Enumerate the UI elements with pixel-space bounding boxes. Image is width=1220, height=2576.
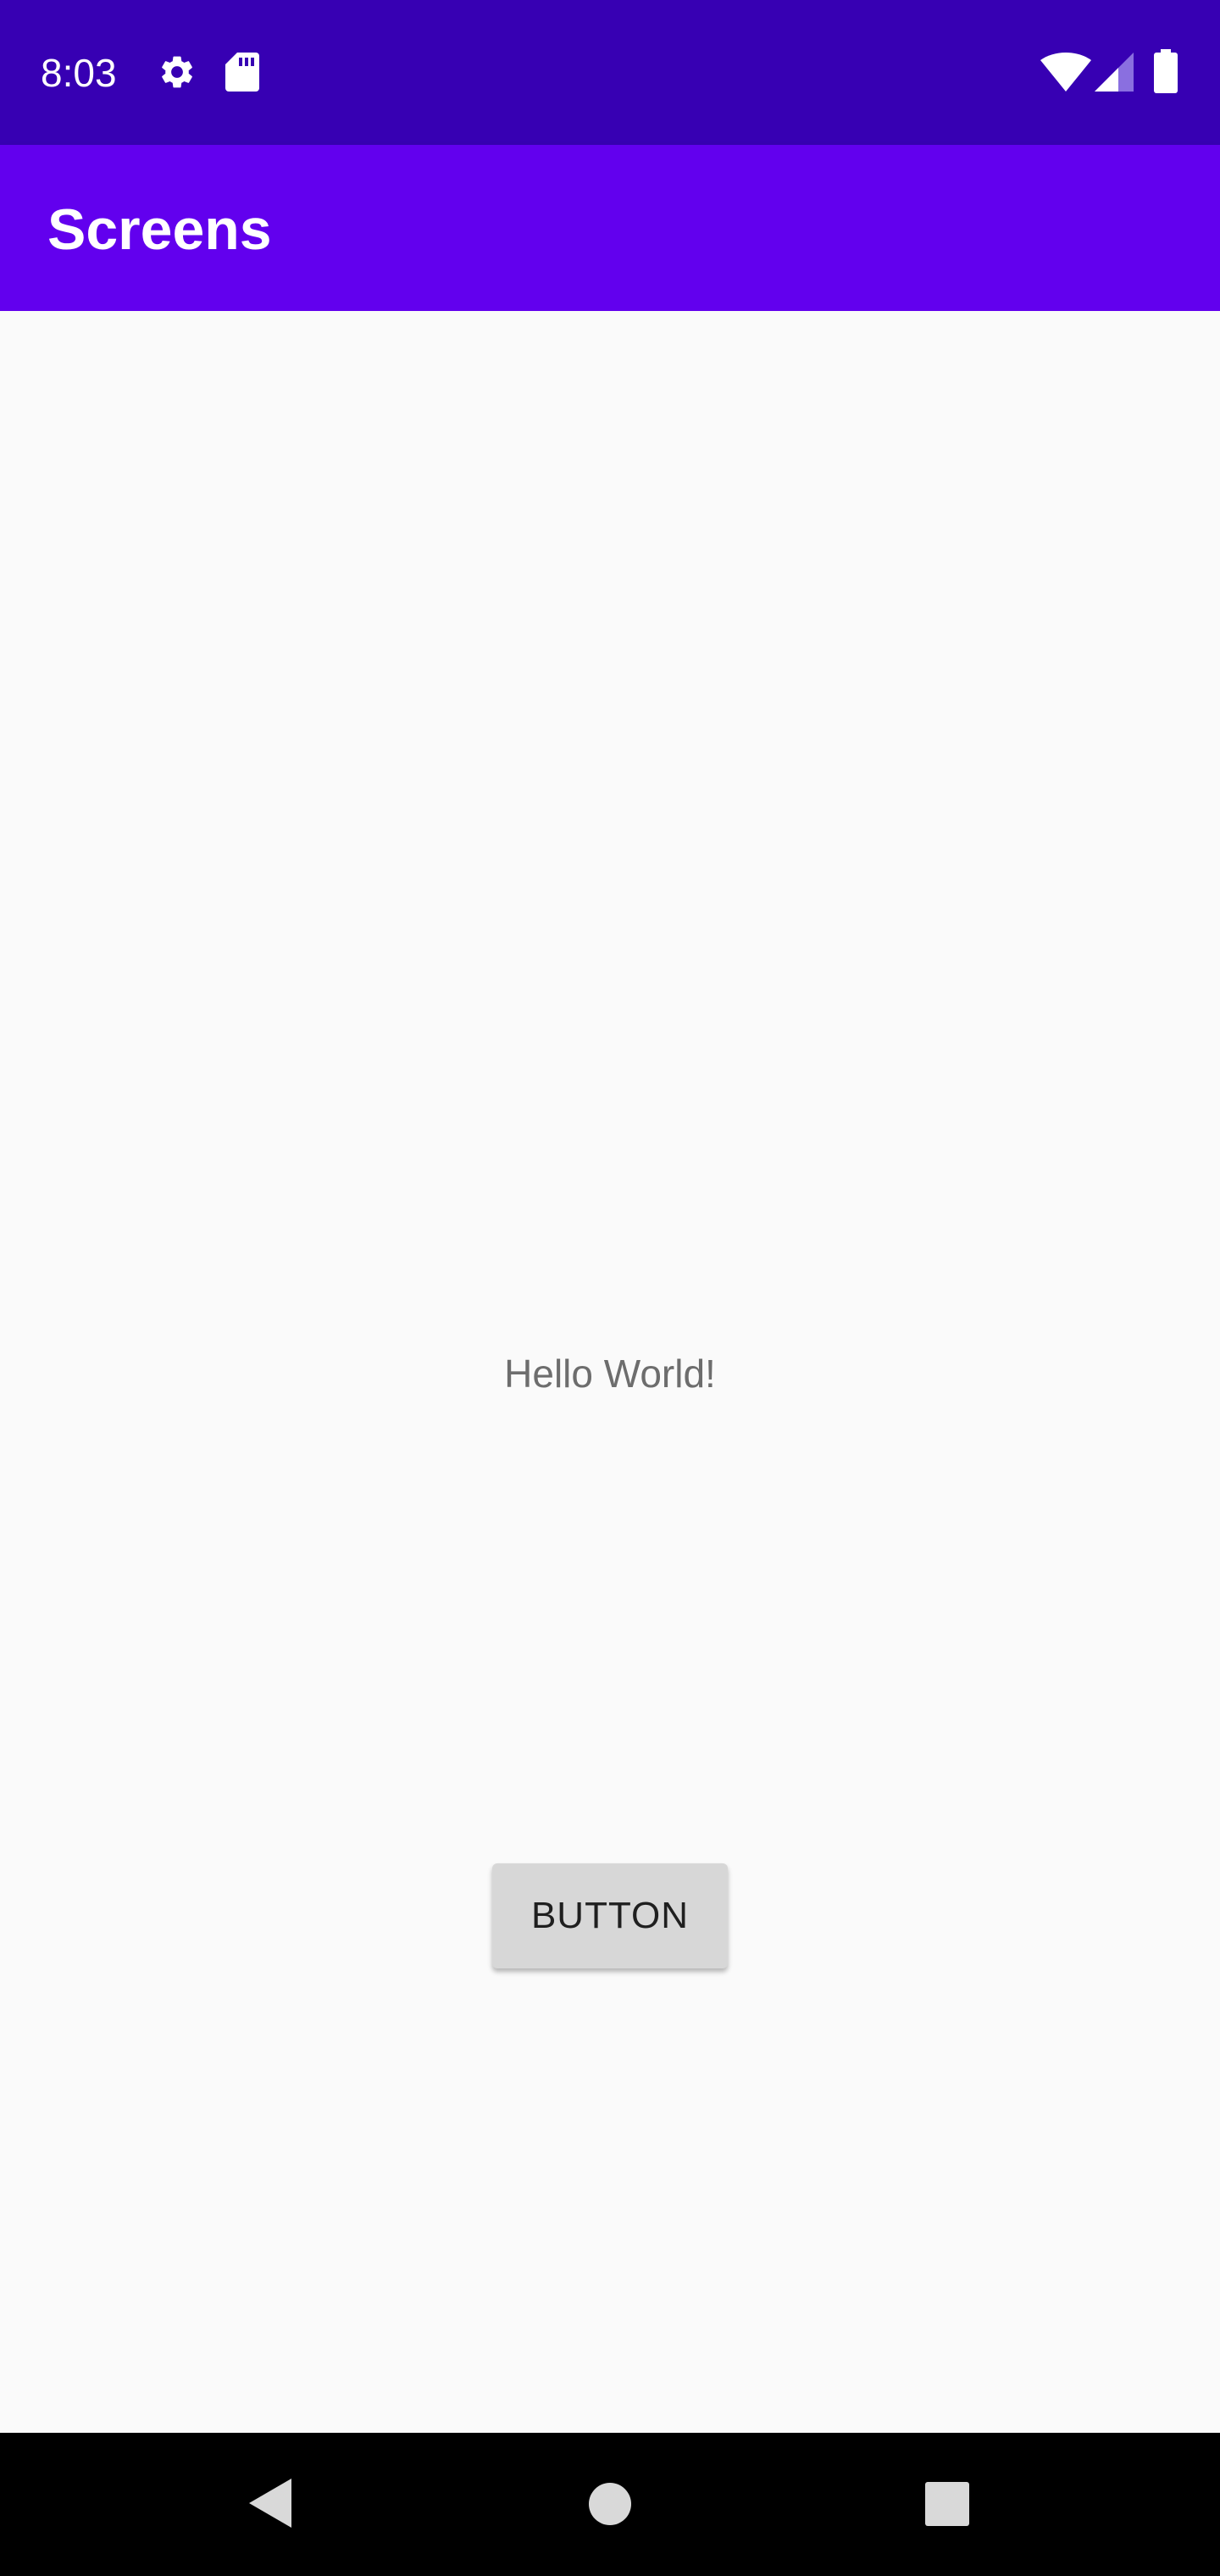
wifi-icon bbox=[1040, 53, 1091, 92]
navigation-bar bbox=[0, 2433, 1220, 2576]
main-content: Hello World! BUTTON bbox=[0, 311, 1220, 2433]
cell-signal-icon bbox=[1095, 53, 1134, 92]
status-bar: 8:03 bbox=[0, 0, 1220, 145]
sd-card-icon bbox=[225, 53, 259, 92]
status-time: 8:03 bbox=[41, 51, 117, 95]
recents-icon[interactable] bbox=[925, 2482, 969, 2526]
back-icon[interactable] bbox=[246, 2477, 293, 2529]
hello-text: Hello World! bbox=[504, 1352, 716, 1396]
home-icon[interactable] bbox=[588, 2482, 632, 2526]
gear-icon bbox=[162, 56, 192, 88]
app-title: Screens bbox=[47, 197, 272, 262]
main-button[interactable]: BUTTON bbox=[492, 1863, 728, 1968]
app-bar: Screens bbox=[0, 145, 1220, 311]
battery-icon bbox=[1154, 49, 1178, 93]
